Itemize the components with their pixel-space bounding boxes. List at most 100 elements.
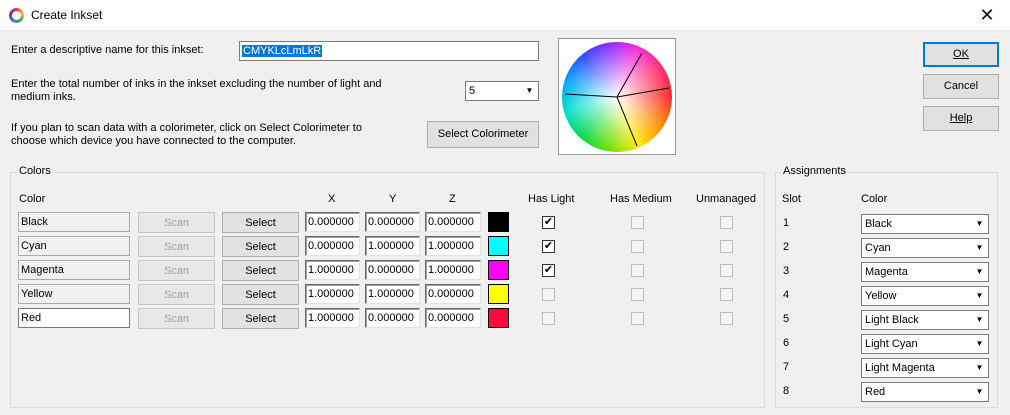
- title-bar: Create Inkset ✕: [0, 0, 1010, 31]
- y-value-field[interactable]: 1.000000: [365, 284, 420, 304]
- y-value-field[interactable]: 1.000000: [365, 236, 420, 256]
- chevron-down-icon[interactable]: ▼: [972, 360, 987, 376]
- select-color-button[interactable]: Select: [222, 308, 299, 329]
- header-slot: Slot: [782, 193, 801, 205]
- y-value-field[interactable]: 0.000000: [365, 212, 420, 232]
- cancel-button[interactable]: Cancel: [923, 74, 999, 99]
- scan-button[interactable]: Scan: [138, 284, 215, 305]
- unmanaged-checkbox[interactable]: [720, 288, 733, 301]
- has-light-checkbox[interactable]: ✔: [542, 216, 555, 229]
- color-name-field[interactable]: Cyan: [18, 236, 130, 256]
- has-medium-checkbox[interactable]: [631, 288, 644, 301]
- slot-color-value: Black: [865, 218, 892, 230]
- chevron-down-icon[interactable]: ▼: [972, 264, 987, 280]
- x-value-field[interactable]: 0.000000: [305, 212, 360, 232]
- x-value-field[interactable]: 1.000000: [305, 308, 360, 328]
- help-button[interactable]: Help: [923, 106, 999, 131]
- slot-color-select[interactable]: Black ▼: [861, 214, 989, 234]
- has-medium-checkbox[interactable]: [631, 216, 644, 229]
- has-medium-checkbox[interactable]: [631, 264, 644, 277]
- colors-group-title: Colors: [17, 165, 53, 177]
- header-x: X: [328, 193, 336, 205]
- has-medium-checkbox[interactable]: [631, 240, 644, 253]
- chevron-down-icon[interactable]: ▼: [972, 288, 987, 304]
- slot-color-select[interactable]: Red ▼: [861, 382, 989, 402]
- color-swatch[interactable]: [488, 236, 509, 256]
- select-colorimeter-button[interactable]: Select Colorimeter: [427, 121, 539, 148]
- select-color-button[interactable]: Select: [222, 284, 299, 305]
- y-value-field[interactable]: 0.000000: [365, 260, 420, 280]
- ink-count-label-line1: Enter the total number of inks in the in…: [11, 78, 382, 90]
- color-wheel-preview: [558, 38, 676, 155]
- select-color-button[interactable]: Select: [222, 212, 299, 233]
- slot-color-value: Light Magenta: [865, 362, 935, 374]
- x-value-field[interactable]: 1.000000: [305, 260, 360, 280]
- z-value-field[interactable]: 1.000000: [425, 236, 481, 256]
- has-light-checkbox[interactable]: [542, 288, 555, 301]
- unmanaged-checkbox[interactable]: [720, 240, 733, 253]
- x-value-field[interactable]: 1.000000: [305, 284, 360, 304]
- hue-line: [616, 52, 643, 98]
- chevron-down-icon[interactable]: ▼: [972, 384, 987, 400]
- slot-color-select[interactable]: Light Cyan ▼: [861, 334, 989, 354]
- slot-number: 5: [783, 313, 790, 325]
- chevron-down-icon[interactable]: ▼: [972, 312, 987, 328]
- z-value-field[interactable]: 0.000000: [425, 284, 481, 304]
- window-title: Create Inkset: [31, 8, 103, 22]
- slot-color-select[interactable]: Cyan ▼: [861, 238, 989, 258]
- colorimeter-label-line1: If you plan to scan data with a colorime…: [11, 122, 362, 134]
- select-color-button[interactable]: Select: [222, 236, 299, 257]
- unmanaged-checkbox[interactable]: [720, 264, 733, 277]
- has-light-checkbox[interactable]: [542, 312, 555, 325]
- slot-color-value: Light Black: [865, 314, 919, 326]
- ink-count-select[interactable]: 5 ▼: [465, 81, 539, 101]
- ink-hue-lines: [564, 52, 670, 147]
- slot-number: 4: [783, 289, 790, 301]
- z-value-field[interactable]: 1.000000: [425, 260, 481, 280]
- y-value-field[interactable]: 0.000000: [365, 308, 420, 328]
- color-swatch[interactable]: [488, 308, 509, 328]
- colorimeter-label-line2: choose which device you have connected t…: [11, 135, 296, 147]
- inkset-name-input[interactable]: CMYKLcLmLkR: [239, 41, 539, 61]
- color-swatch[interactable]: [488, 260, 509, 280]
- slot-number: 2: [783, 241, 790, 253]
- slot-color-select[interactable]: Light Black ▼: [861, 310, 989, 330]
- color-swatch[interactable]: [488, 284, 509, 304]
- header-has-medium: Has Medium: [610, 193, 672, 205]
- color-name-field[interactable]: Red: [18, 308, 130, 328]
- slot-color-value: Light Cyan: [865, 338, 918, 350]
- color-name-field[interactable]: Magenta: [18, 260, 130, 280]
- scan-button[interactable]: Scan: [138, 308, 215, 329]
- chevron-down-icon[interactable]: ▼: [522, 83, 537, 99]
- ok-button[interactable]: OK: [923, 42, 999, 67]
- slot-number: 8: [783, 385, 790, 397]
- scan-button[interactable]: Scan: [138, 260, 215, 281]
- z-value-field[interactable]: 0.000000: [425, 212, 481, 232]
- color-name-field[interactable]: Black: [18, 212, 130, 232]
- select-color-button[interactable]: Select: [222, 260, 299, 281]
- color-swatch[interactable]: [488, 212, 509, 232]
- has-light-checkbox[interactable]: ✔: [542, 264, 555, 277]
- chevron-down-icon[interactable]: ▼: [972, 216, 987, 232]
- chevron-down-icon[interactable]: ▼: [972, 336, 987, 352]
- inkset-name-label: Enter a descriptive name for this inkset…: [11, 44, 204, 56]
- header-has-light: Has Light: [528, 193, 575, 205]
- ink-count-label-line2: medium inks.: [11, 91, 76, 103]
- unmanaged-checkbox[interactable]: [720, 312, 733, 325]
- close-icon[interactable]: ✕: [964, 0, 1010, 31]
- unmanaged-checkbox[interactable]: [720, 216, 733, 229]
- scan-button[interactable]: Scan: [138, 212, 215, 233]
- slot-color-select[interactable]: Light Magenta ▼: [861, 358, 989, 378]
- slot-color-value: Red: [865, 386, 886, 398]
- has-medium-checkbox[interactable]: [631, 312, 644, 325]
- assignments-group-title: Assignments: [781, 165, 848, 177]
- has-light-checkbox[interactable]: ✔: [542, 240, 555, 253]
- scan-button[interactable]: Scan: [138, 236, 215, 257]
- color-name-field[interactable]: Yellow: [18, 284, 130, 304]
- slot-color-select[interactable]: Yellow ▼: [861, 286, 989, 306]
- z-value-field[interactable]: 0.000000: [425, 308, 481, 328]
- header-z: Z: [449, 193, 456, 205]
- chevron-down-icon[interactable]: ▼: [972, 240, 987, 256]
- slot-color-select[interactable]: Magenta ▼: [861, 262, 989, 282]
- x-value-field[interactable]: 0.000000: [305, 236, 360, 256]
